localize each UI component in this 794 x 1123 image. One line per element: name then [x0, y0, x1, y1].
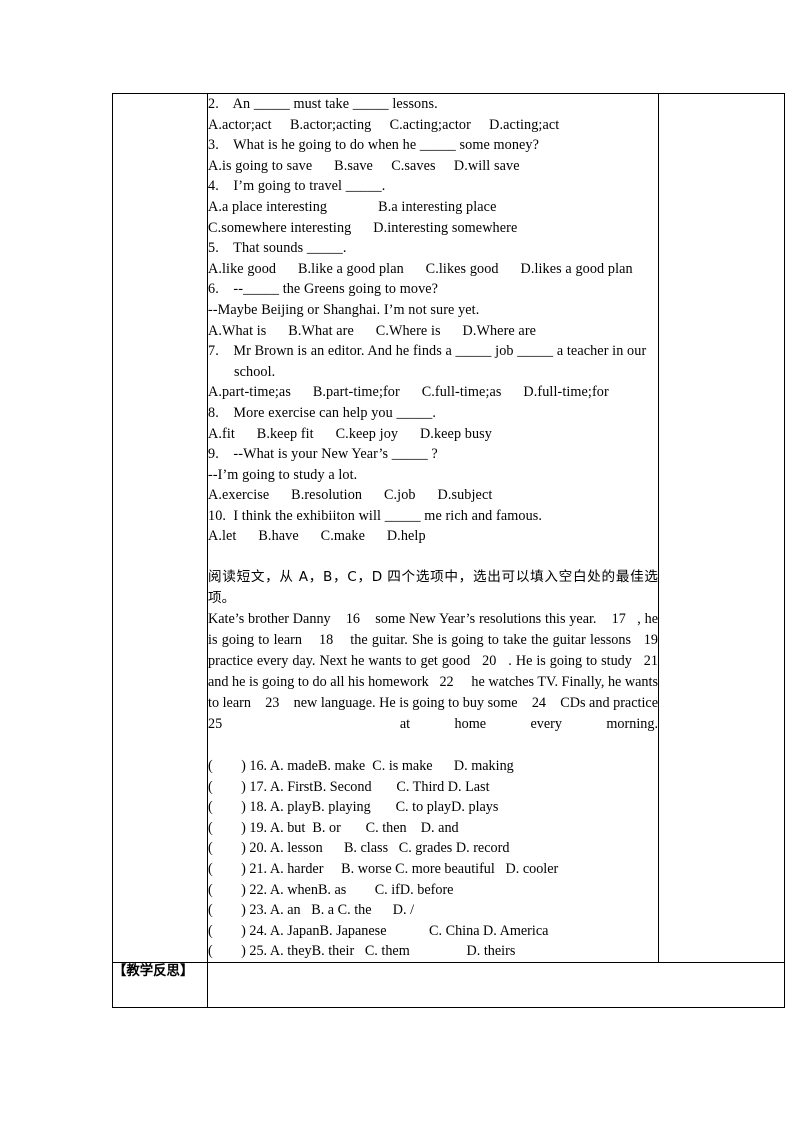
question-options: A.like good B.like a good plan C.likes g… — [208, 260, 633, 277]
cloze-option-line: ( ) 16. A. madeB. make C. is make D. mak… — [208, 758, 514, 775]
question-options: A.fit B.keep fit C.keep joy D.keep busy — [208, 425, 492, 442]
question-stem-reply: --I’m going to study a lot. — [208, 466, 358, 483]
cloze-option-line: ( ) 17. A. FirstB. Second C. Third D. La… — [208, 778, 490, 795]
question-options: A.What is B.What are C.Where is D.Where … — [208, 322, 537, 339]
question-stem: 4. I’m going to travel _____. — [208, 178, 386, 195]
question-options: A.is going to save B.save C.saves D.will… — [208, 157, 520, 174]
cloze-option-line: ( ) 21. A. harder B. worse C. more beaut… — [208, 861, 559, 878]
cloze-option-line: ( ) 18. A. playB. playing C. to playD. p… — [208, 799, 499, 816]
question-stem: 5. That sounds _____. — [208, 240, 347, 257]
question-stem: 3. What is he going to do when he _____ … — [208, 137, 540, 154]
question-stem: 2. An _____ must take _____ lessons. — [208, 96, 438, 112]
content-row: 2. An _____ must take _____ lessons. A.a… — [112, 93, 785, 963]
question-options: A.actor;act B.actor;acting C.acting;acto… — [208, 116, 560, 133]
question-stem: 9. --What is your New Year’s _____ ? — [208, 446, 438, 463]
cloze-option-line: ( ) 20. A. lesson B. class C. grades D. … — [208, 840, 510, 857]
question-stem: 10. I think the exhibiiton will _____ me… — [208, 507, 543, 524]
cloze-option-line: ( ) 23. A. an B. a C. the D. / — [208, 902, 415, 919]
question-stem: 8. More exercise can help you _____. — [208, 404, 437, 421]
question-options-second-line: C.somewhere interesting D.interesting so… — [208, 219, 518, 236]
question-options: A.let B.have C.make D.help — [208, 528, 426, 545]
reflection-answer-area[interactable] — [207, 962, 785, 1008]
question-options: A.exercise B.resolution C.job D.subject — [208, 487, 493, 504]
left-margin-cell — [112, 93, 208, 963]
cloze-passage: Kate’s brother Danny 16 some New Year’s … — [208, 611, 673, 733]
right-margin-cell — [658, 93, 785, 963]
cloze-option-line: ( ) 22. A. whenB. as C. ifD. before — [208, 881, 454, 898]
question-stem-reply: --Maybe Beijing or Shanghai. I’m not sur… — [208, 301, 480, 318]
question-stem-continuation: school. — [234, 363, 276, 380]
exercise-content-cell: 2. An _____ must take _____ lessons. A.a… — [207, 93, 673, 963]
worksheet-table: 2. An _____ must take _____ lessons. A.a… — [112, 93, 785, 1008]
question-stem: 7. Mr Brown is an editor. And he finds a… — [208, 343, 647, 360]
cloze-option-line: ( ) 25. A. theyB. their C. them D. their… — [208, 943, 516, 960]
cloze-instruction: 阅读短文，从 A，B，C，D 四个选项中，选出可以填入空白处的最佳选项。 — [208, 569, 658, 607]
worksheet-page: 2. An _____ must take _____ lessons. A.a… — [0, 0, 794, 1123]
reflection-label: 【教学反思】 — [112, 962, 208, 1008]
question-stem: 6. --_____ the Greens going to move? — [208, 281, 439, 298]
reflection-row: 【教学反思】 — [112, 962, 785, 1008]
question-options: A.a place interesting B.a interesting pl… — [208, 198, 497, 215]
question-options: A.part-time;as B.part-time;for C.full-ti… — [208, 384, 609, 401]
cloze-option-line: ( ) 24. A. JapanB. Japanese C. China D. … — [208, 922, 549, 939]
cloze-option-line: ( ) 19. A. but B. or C. then D. and — [208, 819, 459, 836]
